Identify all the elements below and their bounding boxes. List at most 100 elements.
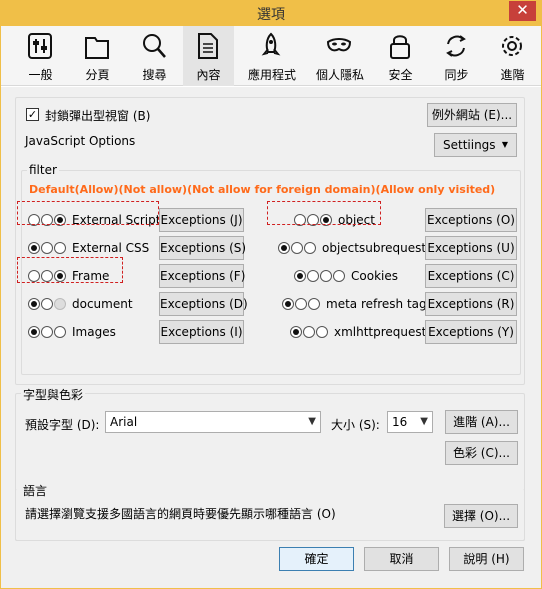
filter-exceptions-button[interactable]: Exceptions (D) bbox=[159, 292, 248, 316]
filter-exceptions-button[interactable]: Exceptions (J) bbox=[159, 208, 244, 232]
filter-item-label: meta refresh tag bbox=[326, 297, 427, 311]
fonts-group-title: 字型與色彩 bbox=[21, 386, 86, 403]
exceptions-sites-button[interactable]: 例外網站 (E)... bbox=[427, 103, 517, 127]
rocket-icon bbox=[261, 32, 281, 56]
filter-radio[interactable] bbox=[295, 298, 307, 310]
filter-exceptions-button[interactable]: Exceptions (U) bbox=[425, 236, 517, 260]
window-title: 選項 bbox=[257, 7, 285, 23]
block-popups-label: 封鎖彈出型視窗 (B) bbox=[45, 109, 151, 123]
filter-radio[interactable] bbox=[307, 270, 319, 282]
filter-radio-group bbox=[28, 326, 67, 339]
filter-radio[interactable] bbox=[304, 242, 316, 254]
filter-exceptions-button[interactable]: Exceptions (C) bbox=[425, 264, 517, 288]
filter-radio[interactable] bbox=[333, 270, 345, 282]
sync-icon bbox=[446, 35, 466, 57]
object-highlight bbox=[267, 201, 381, 225]
filter-exceptions-button[interactable]: Exceptions (I) bbox=[159, 320, 244, 344]
filter-radio[interactable] bbox=[290, 326, 302, 338]
filter-exceptions-button[interactable]: Exceptions (Y) bbox=[425, 320, 517, 344]
settings-label: Settiings bbox=[443, 138, 496, 152]
gear-icon bbox=[502, 36, 522, 56]
block-popups-checkbox[interactable]: ✓ bbox=[26, 108, 39, 121]
close-button[interactable]: ✕ bbox=[509, 1, 536, 21]
filter-exceptions-button[interactable]: Exceptions (F) bbox=[159, 264, 245, 288]
filter-radio[interactable] bbox=[41, 242, 53, 254]
document-icon bbox=[198, 33, 218, 59]
filter-radio-group bbox=[28, 298, 67, 311]
settings-button[interactable]: Settiings ▼ bbox=[434, 133, 517, 157]
filter-radio-group bbox=[28, 242, 67, 255]
filter-radio-group bbox=[294, 270, 346, 283]
default-font-value: Arial bbox=[110, 415, 138, 429]
filter-radio-group bbox=[282, 298, 321, 311]
filter-radio[interactable] bbox=[320, 270, 332, 282]
filter-radio[interactable] bbox=[54, 326, 66, 338]
filter-radio-group bbox=[290, 326, 329, 339]
default-font-label: 預設字型 (D): bbox=[25, 418, 100, 432]
tab-tabs[interactable]: 分頁 bbox=[72, 26, 123, 86]
filter-radio-group bbox=[278, 242, 317, 255]
language-group-title: 語言 bbox=[21, 482, 50, 499]
filter-group-title: filter bbox=[27, 163, 59, 177]
filter-radio[interactable] bbox=[28, 326, 40, 338]
tab-search[interactable]: 搜尋 bbox=[129, 26, 180, 86]
colors-button[interactable]: 色彩 (C)... bbox=[445, 441, 518, 465]
cancel-button[interactable]: 取消 bbox=[364, 547, 439, 571]
filter-legend-note: Default(Allow)(Not allow)(Not allow for … bbox=[29, 183, 496, 196]
filter-radio[interactable] bbox=[291, 242, 303, 254]
tab-privacy[interactable]: 個人隱私 bbox=[314, 26, 365, 86]
search-icon bbox=[143, 34, 166, 58]
content-pane: ✓ 封鎖彈出型視窗 (B) 例外網站 (E)... JavaScript Opt… bbox=[1, 87, 541, 588]
title-bar: 選項 ✕ bbox=[0, 0, 542, 26]
filter-radio[interactable] bbox=[303, 326, 315, 338]
javascript-options-label: JavaScript Options bbox=[25, 134, 136, 148]
mask-icon bbox=[326, 38, 352, 52]
default-font-select[interactable]: Arial ▼ bbox=[105, 411, 321, 433]
tab-applications[interactable]: 應用程式 bbox=[246, 26, 297, 86]
folder-tab-icon bbox=[85, 37, 109, 59]
chevron-down-icon: ▼ bbox=[308, 416, 316, 427]
tab-label: 安全 bbox=[388, 68, 413, 82]
filter-radio[interactable] bbox=[28, 298, 40, 310]
tab-label: 同步 bbox=[444, 68, 469, 82]
filter-radio[interactable] bbox=[282, 298, 294, 310]
filter-radio[interactable] bbox=[41, 298, 53, 310]
filter-radio[interactable] bbox=[294, 270, 306, 282]
tab-advanced[interactable]: 進階 bbox=[487, 26, 538, 86]
help-button[interactable]: 說明 (H) bbox=[449, 547, 524, 571]
fonts-advanced-button[interactable]: 進階 (A)... bbox=[445, 410, 518, 434]
ok-button[interactable]: 確定 bbox=[279, 547, 354, 571]
language-description: 請選擇瀏覽支援多國語言的網頁時要優先顯示哪種語言 (O) bbox=[25, 507, 336, 521]
frame-highlight bbox=[17, 257, 123, 283]
filter-exceptions-button[interactable]: Exceptions (R) bbox=[425, 292, 517, 316]
category-toolbar: 一般 分頁 搜尋 內容 應用程式 個人隱私 安全 同步 進階 bbox=[1, 26, 541, 86]
filter-item-label: Cookies bbox=[351, 269, 398, 283]
tab-security[interactable]: 安全 bbox=[375, 26, 426, 86]
tab-content[interactable]: 內容 bbox=[183, 26, 234, 86]
filter-item-label: xmlhttprequest bbox=[334, 325, 427, 339]
filter-item-label: document bbox=[72, 297, 133, 311]
client-area: 一般 分頁 搜尋 內容 應用程式 個人隱私 安全 同步 進階 ✓ 封鎖彈出型視窗… bbox=[1, 26, 541, 588]
filter-radio[interactable] bbox=[308, 298, 320, 310]
filter-radio[interactable] bbox=[54, 298, 66, 310]
tab-label: 個人隱私 bbox=[315, 68, 364, 82]
filter-radio[interactable] bbox=[316, 326, 328, 338]
font-size-label: 大小 (S): bbox=[331, 418, 380, 432]
tab-general[interactable]: 一般 bbox=[15, 26, 66, 86]
font-size-select[interactable]: 16 ▼ bbox=[387, 411, 433, 433]
filter-radio[interactable] bbox=[28, 242, 40, 254]
external-script-highlight bbox=[17, 201, 159, 225]
filter-radio[interactable] bbox=[278, 242, 290, 254]
filter-exceptions-button[interactable]: Exceptions (O) bbox=[425, 208, 517, 232]
filter-radio[interactable] bbox=[54, 242, 66, 254]
filter-item-label: External CSS bbox=[72, 241, 150, 255]
tab-label: 應用程式 bbox=[247, 68, 296, 82]
chevron-down-icon: ▼ bbox=[420, 416, 428, 427]
choose-language-button[interactable]: 選擇 (O)... bbox=[444, 504, 518, 528]
tab-label: 搜尋 bbox=[142, 68, 167, 82]
filter-exceptions-button[interactable]: Exceptions (S) bbox=[159, 236, 246, 260]
filter-item-label: Images bbox=[72, 325, 116, 339]
toggles-icon bbox=[28, 33, 52, 59]
filter-radio[interactable] bbox=[41, 326, 53, 338]
tab-sync[interactable]: 同步 bbox=[431, 26, 482, 86]
